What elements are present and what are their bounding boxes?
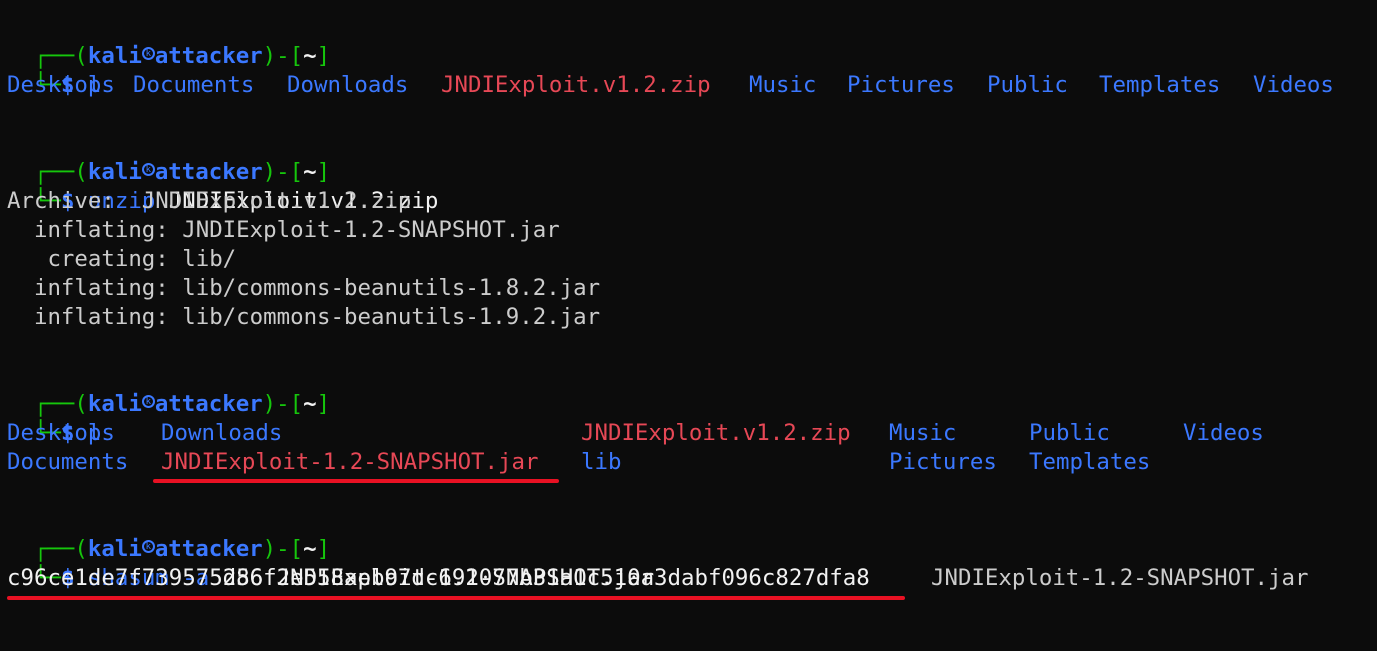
dir-entry: Documents bbox=[7, 449, 129, 475]
prompt-host: attacker bbox=[154, 391, 263, 417]
output-line: Archive: JNDIExploit.v1.2.zip bbox=[7, 188, 412, 214]
command-line-3[interactable]: └─$ ls bbox=[7, 390, 115, 446]
dir-entry: Documents bbox=[133, 72, 255, 98]
ls-output-row-1: Desktop Downloads JNDIExploit.v1.2.zip M… bbox=[7, 419, 1367, 448]
dir-entry: Music bbox=[749, 72, 817, 98]
prompt-line-2: ┌──(kali k attacker)-[~] bbox=[7, 129, 330, 185]
dir-entry: Downloads bbox=[161, 420, 283, 446]
ls-output-row-2: Documents JNDIExploit-1.2-SNAPSHOT.jar l… bbox=[7, 448, 1367, 477]
archive-entry: JNDIExploit.v1.2.zip bbox=[581, 420, 851, 446]
prompt-mid: )-[ bbox=[262, 43, 304, 69]
output-line: inflating: JNDIExploit-1.2-SNAPSHOT.jar bbox=[7, 217, 560, 243]
output-line: inflating: lib/commons-beanutils-1.8.2.j… bbox=[7, 275, 601, 301]
dir-entry: Music bbox=[889, 420, 957, 446]
kali-skull-icon: k bbox=[141, 395, 155, 408]
dir-entry: Pictures bbox=[847, 72, 955, 98]
hash-filename: JNDIExploit-1.2-SNAPSHOT.jar bbox=[931, 565, 1309, 591]
dir-entry: Videos bbox=[1183, 420, 1264, 446]
prompt-dir: ~ bbox=[303, 43, 317, 69]
command-line-1[interactable]: └─$ ls bbox=[7, 42, 115, 98]
archive-entry: JNDIExploit.v1.2.zip bbox=[441, 72, 711, 98]
dir-entry: Downloads bbox=[287, 72, 409, 98]
prompt-host: attacker bbox=[154, 43, 263, 69]
dir-entry: lib bbox=[581, 449, 622, 475]
dir-entry: Videos bbox=[1253, 72, 1334, 98]
command-line-2[interactable]: └─$ unzip JNDIExploit.v1.2.zip bbox=[7, 158, 438, 214]
command-line-4[interactable]: └─$ shasum -a 256 JNDIExploit-1.2-SNAPSH… bbox=[7, 535, 654, 591]
dir-entry: Pictures bbox=[889, 449, 997, 475]
kali-skull-icon: k bbox=[141, 47, 155, 60]
output-line: creating: lib/ bbox=[7, 246, 237, 272]
prompt-close: ] bbox=[316, 43, 331, 69]
dir-entry: Public bbox=[1029, 420, 1110, 446]
terminal-window[interactable]: { "prompt": { "corner_top": "┌──(", "use… bbox=[0, 0, 1377, 624]
dir-entry: Templates bbox=[1099, 72, 1221, 98]
dir-entry: Desktop bbox=[7, 420, 102, 446]
prompt-dir: ~ bbox=[303, 391, 317, 417]
prompt-mid: )-[ bbox=[262, 391, 304, 417]
dir-entry: Desktop bbox=[7, 72, 102, 98]
ls-output-row-1: Desktop Documents Downloads JNDIExploit.… bbox=[7, 71, 1367, 100]
prompt-close: ] bbox=[316, 391, 331, 417]
jar-entry: JNDIExploit-1.2-SNAPSHOT.jar bbox=[161, 449, 539, 475]
dir-entry: Templates bbox=[1029, 449, 1151, 475]
hash-highlight-underline bbox=[7, 596, 905, 600]
jar-highlight-underline bbox=[153, 479, 559, 483]
prompt-line-4: ┌──(kali k attacker)-[~] bbox=[7, 506, 330, 562]
sha256-hash: c96ce1de7f739575d86f2e558aeb97dc691077b3… bbox=[7, 565, 870, 591]
hash-output-line: c96ce1de7f739575d86f2e558aeb97dc691077b3… bbox=[7, 564, 1367, 593]
dir-entry: Public bbox=[987, 72, 1068, 98]
output-line: inflating: lib/commons-beanutils-1.9.2.j… bbox=[7, 304, 601, 330]
prompt-line-3: ┌──(kali k attacker)-[~] bbox=[7, 361, 330, 417]
prompt-line-1: ┌──(kali k attacker)-[~] bbox=[7, 13, 330, 69]
